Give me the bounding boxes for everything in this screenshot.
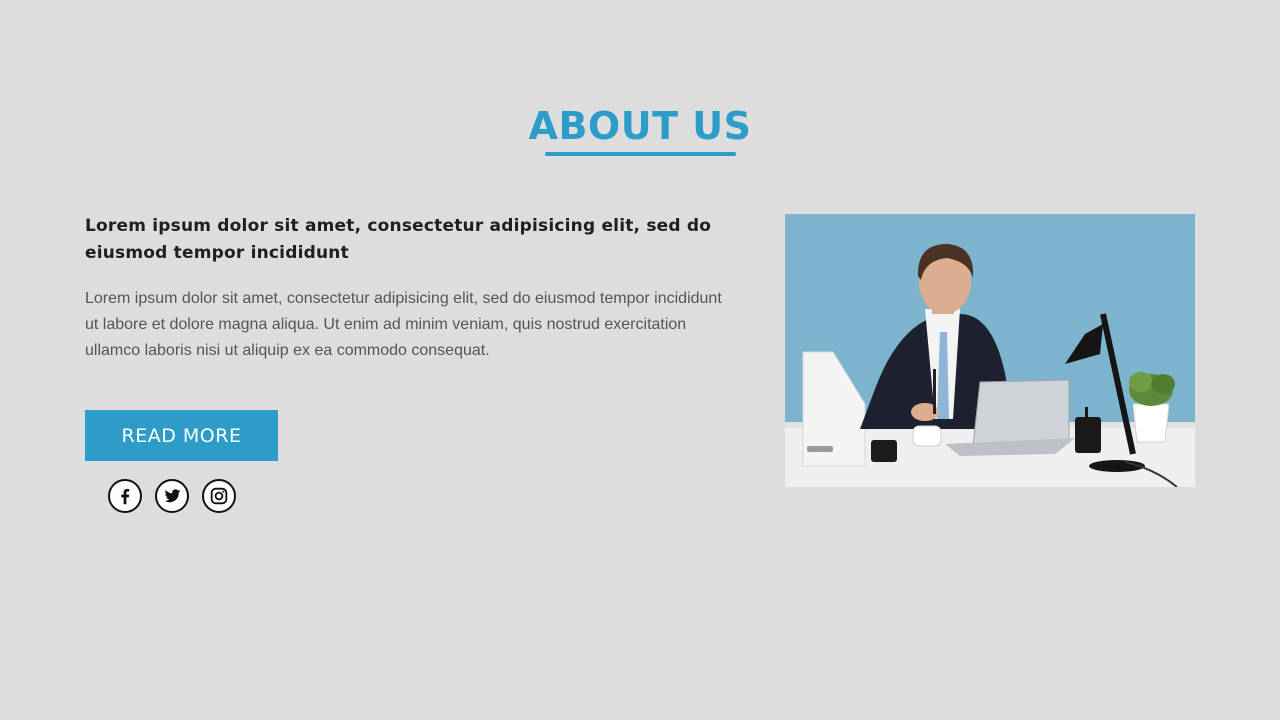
office-photo — [785, 214, 1195, 487]
facebook-icon — [114, 485, 136, 507]
lead-heading: Lorem ipsum dolor sit amet, consectetur … — [85, 216, 712, 263]
about-section: ABOUT US Lorem ipsum dolor sit amet, con… — [0, 0, 1280, 720]
facebook-link[interactable] — [108, 479, 142, 513]
twitter-icon — [161, 485, 183, 507]
instagram-link[interactable] — [202, 479, 236, 513]
read-more-button[interactable]: READ MORE — [85, 410, 278, 461]
body-paragraph: Lorem ipsum dolor sit amet, consectetur … — [85, 290, 722, 359]
twitter-link[interactable] — [155, 479, 189, 513]
social-links — [108, 479, 236, 513]
title-underline — [545, 152, 736, 156]
instagram-icon — [208, 485, 230, 507]
section-title: ABOUT US — [528, 104, 752, 148]
